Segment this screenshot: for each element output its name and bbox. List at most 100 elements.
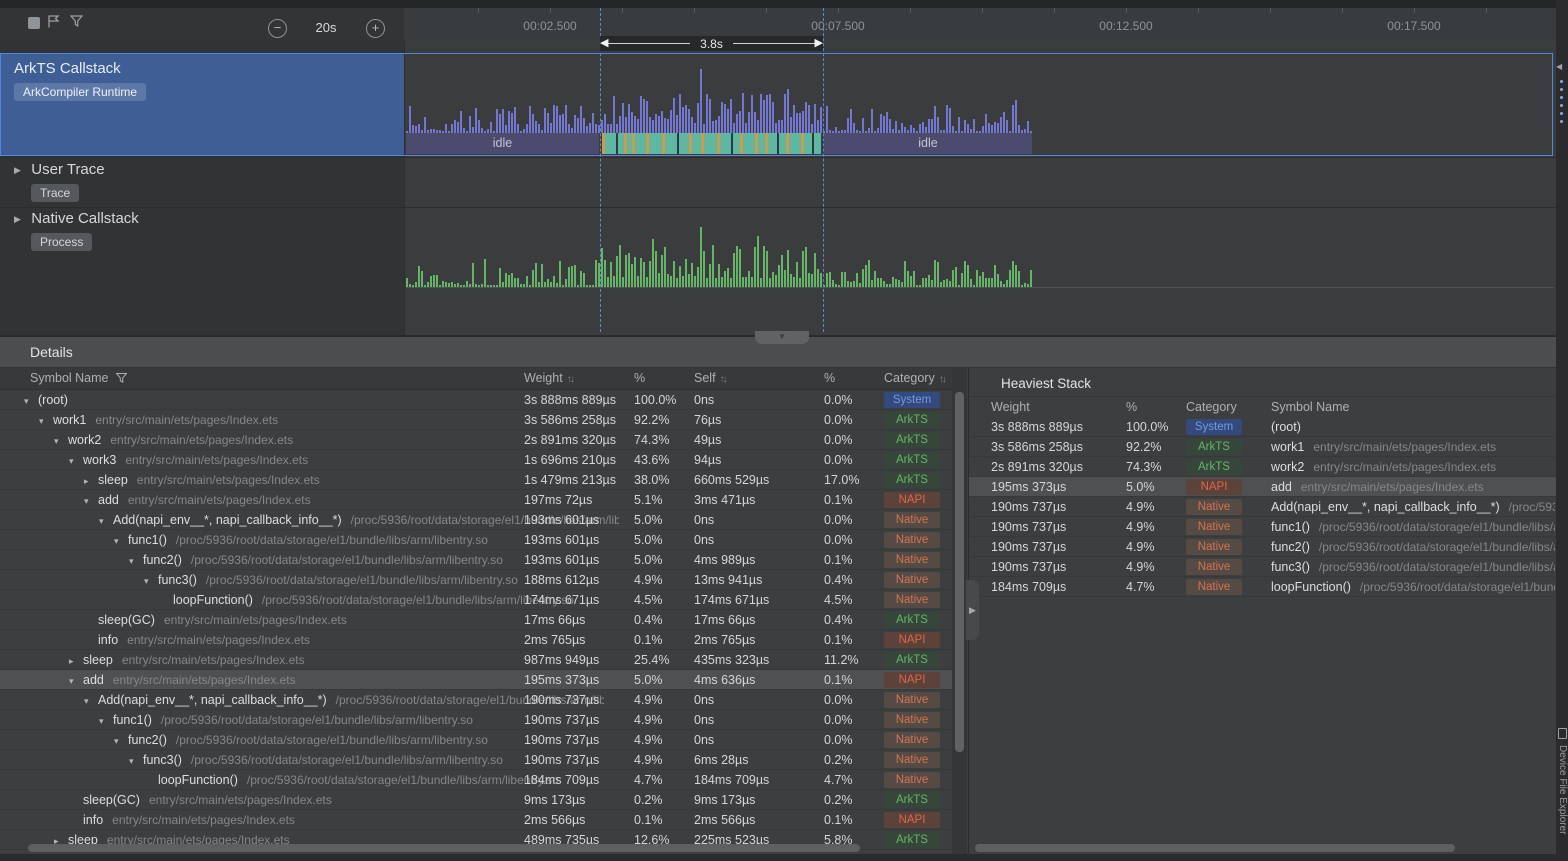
table-row[interactable]: 195ms 373µs5.0%NAPIaddentry/src/main/ets… xyxy=(969,477,1557,497)
table-row[interactable]: ▸sleepentry/src/main/ets/pages/Index.ets… xyxy=(0,470,952,490)
collapse-icon[interactable]: ▾ xyxy=(54,431,68,450)
category-badge: ArkTS xyxy=(1186,439,1242,455)
expand-icon[interactable]: ▸ xyxy=(69,651,83,670)
selection-end-line[interactable] xyxy=(823,8,824,332)
filter-icon[interactable] xyxy=(68,15,84,31)
symbol-path: entry/src/main/ets/pages/Index.ets xyxy=(113,673,296,687)
details-vscrollbar[interactable] xyxy=(955,392,964,752)
collapse-icon[interactable]: ▾ xyxy=(69,671,83,690)
column-category[interactable]: Category xyxy=(1186,400,1237,414)
collapse-icon[interactable]: ▾ xyxy=(99,511,113,530)
category-badge: Native xyxy=(1186,519,1242,535)
heaviest-hscrollbar[interactable] xyxy=(975,844,1455,852)
sort-icon[interactable]: ↑↓ xyxy=(567,374,573,385)
table-row[interactable]: ▾addentry/src/main/ets/pages/Index.ets19… xyxy=(0,670,952,690)
zoom-in-button[interactable]: + xyxy=(366,19,385,38)
pct-value: 4.9% xyxy=(634,570,663,590)
table-row[interactable]: 190ms 737µs4.9%Nativefunc1()/proc/5936/r… xyxy=(969,517,1557,537)
table-row[interactable]: 3s 586ms 258µs92.2%ArkTSwork1entry/src/m… xyxy=(969,437,1557,457)
histogram-bar xyxy=(922,278,924,287)
table-row[interactable]: ▾func2()/proc/5936/root/data/storage/el1… xyxy=(0,730,952,750)
table-row[interactable]: ▾work1entry/src/main/ets/pages/Index.ets… xyxy=(0,410,952,430)
collapse-icon[interactable]: ▾ xyxy=(129,751,143,770)
symbol-cell: (root) xyxy=(1271,417,1555,437)
collapse-icon[interactable]: ▾ xyxy=(99,711,113,730)
column-pct[interactable]: % xyxy=(1126,400,1137,414)
collapse-icon[interactable]: ▾ xyxy=(24,391,38,410)
split-expand-handle[interactable]: ▶ xyxy=(966,580,979,640)
symbol-path: /proc/5936/root/data/storage/el1/bundle/… xyxy=(247,773,559,787)
selection-duration[interactable]: ◀ 3.8s ▶ xyxy=(600,36,823,51)
table-row[interactable]: ▾Add(napi_env__*, napi_callback_info__*)… xyxy=(0,510,952,530)
histogram-bar xyxy=(778,265,780,287)
time-ruler[interactable]: 00:02.50000:07.50000:12.50000:17.500 xyxy=(404,8,1556,40)
column-symbol-name[interactable]: Symbol Name xyxy=(1271,400,1350,414)
table-row[interactable]: ▾func1()/proc/5936/root/data/storage/el1… xyxy=(0,710,952,730)
histogram-bar xyxy=(661,255,663,287)
expand-icon[interactable]: ▸ xyxy=(84,471,98,490)
details-panel: ▼ Details Symbol Name Weight↑↓ % Self↑↓ … xyxy=(0,337,1568,854)
collapse-details-handle[interactable]: ▼ xyxy=(755,331,809,344)
sort-icon[interactable]: ↑↓ xyxy=(939,374,945,385)
symbol-cell: infoentry/src/main/ets/pages/Index.ets xyxy=(0,630,604,650)
column-weight[interactable]: Weight xyxy=(991,400,1030,414)
selection-start-line[interactable] xyxy=(600,8,601,332)
collapse-icon[interactable]: ▾ xyxy=(84,691,98,710)
table-row[interactable]: ▾func1()/proc/5936/root/data/storage/el1… xyxy=(0,530,952,550)
table-row[interactable]: ▾(root)3s 888ms 889µs100.0%0ns0.0%System xyxy=(0,390,952,410)
expand-icon[interactable]: ▶ xyxy=(14,214,21,224)
table-row[interactable]: loopFunction()/proc/5936/root/data/stora… xyxy=(0,770,952,790)
track-row-arkts[interactable]: ArkTS Callstack ArkCompiler Runtime xyxy=(1,54,404,155)
table-row[interactable]: ▾func3()/proc/5936/root/data/storage/el1… xyxy=(0,570,952,590)
table-row[interactable]: 190ms 737µs4.9%Nativefunc2()/proc/5936/r… xyxy=(969,537,1557,557)
collapse-icon[interactable]: ▾ xyxy=(39,411,53,430)
heaviest-table-body: 3s 888ms 889µs100.0%System(root)3s 586ms… xyxy=(969,417,1557,597)
collapse-icon[interactable]: ▾ xyxy=(144,571,158,590)
table-row[interactable]: 190ms 737µs4.9%NativeAdd(napi_env__*, na… xyxy=(969,497,1557,517)
histogram-bar xyxy=(736,246,738,287)
table-row[interactable]: ▾work2entry/src/main/ets/pages/Index.ets… xyxy=(0,430,952,450)
filter-icon[interactable] xyxy=(116,372,127,386)
expand-icon[interactable]: ▶ xyxy=(14,165,21,175)
table-row[interactable]: 3s 888ms 889µs100.0%System(root) xyxy=(969,417,1557,437)
flag-icon[interactable] xyxy=(46,15,62,31)
collapse-icon[interactable]: ▾ xyxy=(114,531,128,550)
track-row-user-trace[interactable]: ▶ User Trace Trace xyxy=(14,161,105,202)
collapse-icon[interactable]: ▾ xyxy=(114,731,128,750)
track-row-native[interactable]: ▶ Native Callstack Process xyxy=(14,210,139,251)
column-symbol-name[interactable]: Symbol Name xyxy=(30,371,127,386)
table-row[interactable]: 184ms 709µs4.7%NativeloopFunction()/proc… xyxy=(969,577,1557,597)
table-row[interactable]: 2s 891ms 320µs74.3%ArkTSwork2entry/src/m… xyxy=(969,457,1557,477)
table-row[interactable]: loopFunction()/proc/5936/root/data/stora… xyxy=(0,590,952,610)
stop-icon[interactable] xyxy=(28,17,40,29)
table-row[interactable]: ▸sleepentry/src/main/ets/pages/Index.ets… xyxy=(0,650,952,670)
histogram-bar xyxy=(595,260,597,287)
selfPct-value: 0.0% xyxy=(824,510,853,530)
details-hscrollbar[interactable] xyxy=(28,844,860,852)
table-row[interactable]: ▾work3entry/src/main/ets/pages/Index.ets… xyxy=(0,450,952,470)
collapse-left-icon[interactable]: ◀ xyxy=(1556,62,1562,71)
collapse-icon[interactable]: ▾ xyxy=(129,551,143,570)
column-category[interactable]: Category↑↓ xyxy=(884,371,945,385)
column-weight-pct[interactable]: % xyxy=(634,371,645,385)
histogram-bar xyxy=(472,263,474,287)
table-row[interactable]: ▾addentry/src/main/ets/pages/Index.ets19… xyxy=(0,490,952,510)
column-self-pct[interactable]: % xyxy=(824,371,835,385)
table-row[interactable]: ▾Add(napi_env__*, napi_callback_info__*)… xyxy=(0,690,952,710)
table-row[interactable]: infoentry/src/main/ets/pages/Index.ets2m… xyxy=(0,810,952,830)
native-histogram[interactable] xyxy=(406,225,1032,287)
table-row[interactable]: sleep(GC)entry/src/main/ets/pages/Index.… xyxy=(0,790,952,810)
table-row[interactable]: ▾func3()/proc/5936/root/data/storage/el1… xyxy=(0,750,952,770)
device-file-explorer-tab[interactable]: Device File Explorer xyxy=(1556,745,1568,834)
device-file-explorer-icon[interactable] xyxy=(1558,728,1567,739)
column-weight[interactable]: Weight↑↓ xyxy=(524,371,573,385)
collapse-icon[interactable]: ▾ xyxy=(69,451,83,470)
collapse-icon[interactable]: ▾ xyxy=(84,491,98,510)
table-row[interactable]: sleep(GC)entry/src/main/ets/pages/Index.… xyxy=(0,610,952,630)
table-row[interactable]: infoentry/src/main/ets/pages/Index.ets2m… xyxy=(0,630,952,650)
table-row[interactable]: 190ms 737µs4.9%Nativefunc3()/proc/5936/r… xyxy=(969,557,1557,577)
column-self[interactable]: Self↑↓ xyxy=(694,371,726,385)
sort-icon[interactable]: ↑↓ xyxy=(720,374,726,385)
table-row[interactable]: ▾func2()/proc/5936/root/data/storage/el1… xyxy=(0,550,952,570)
zoom-out-button[interactable]: − xyxy=(268,19,287,38)
